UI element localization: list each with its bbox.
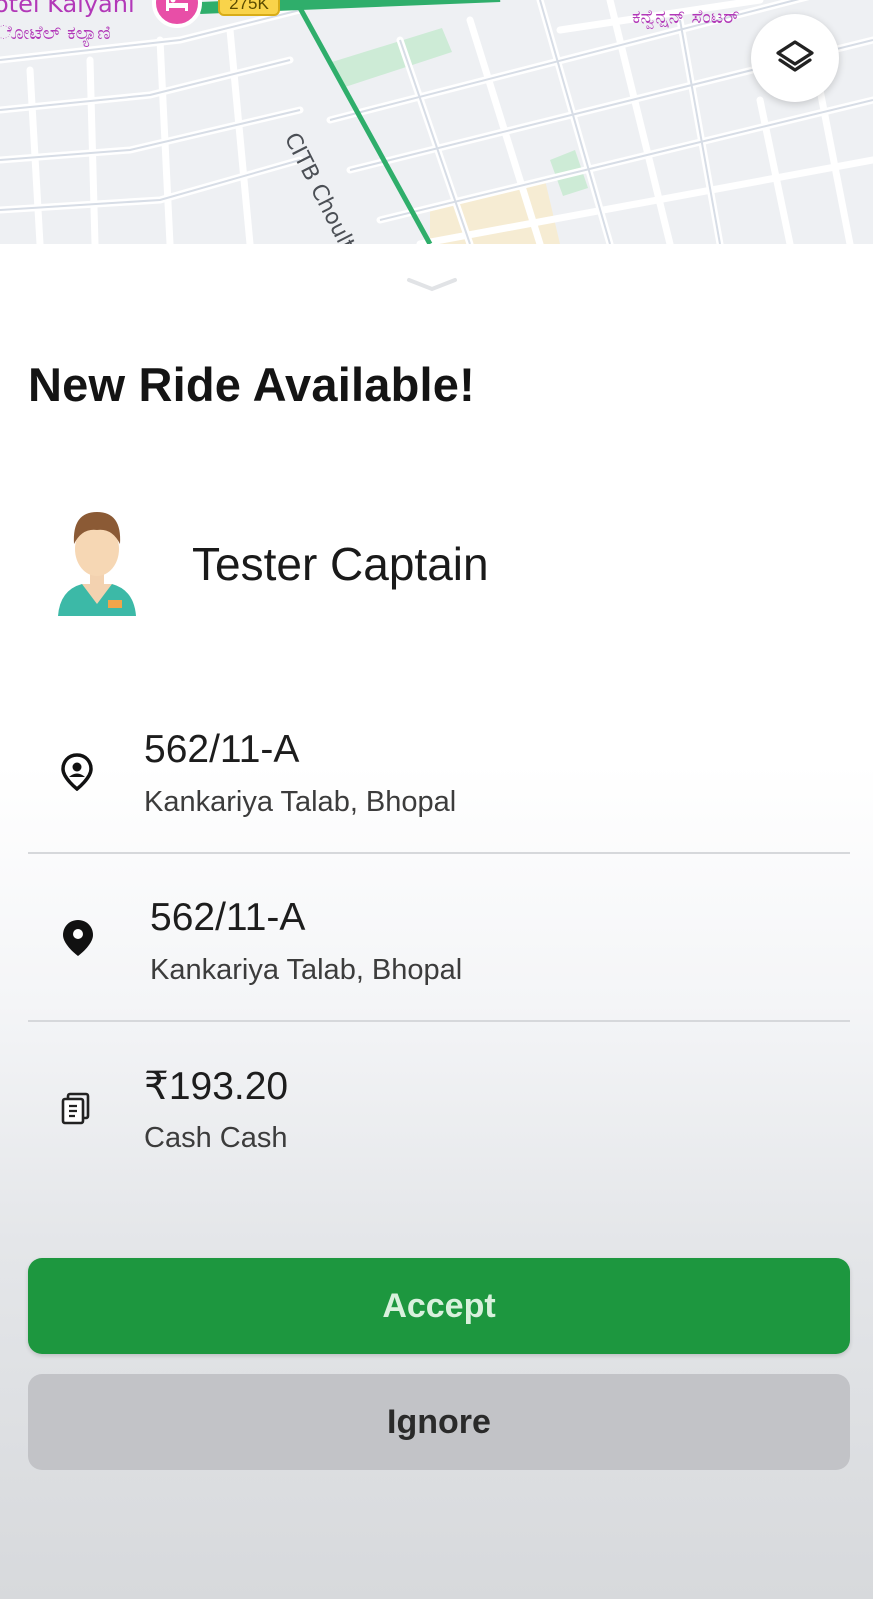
hotel-label-en: otel Kalyani bbox=[0, 0, 135, 18]
pickup-pin-icon bbox=[57, 752, 97, 792]
pickup-area: Kankariya Talab, Bhopal bbox=[144, 786, 457, 818]
map-streets bbox=[0, 0, 873, 244]
captain-avatar-icon bbox=[58, 512, 136, 616]
hotel-label-kn: ೋಟೆಲ್ ಕಲ್ಯಾಣಿ bbox=[0, 22, 111, 44]
bed-icon bbox=[166, 0, 188, 11]
fare-amount: ₹193.20 bbox=[144, 1065, 289, 1108]
collapse-chevron-icon[interactable] bbox=[405, 274, 459, 294]
ignore-button[interactable]: Ignore bbox=[28, 1374, 850, 1470]
divider bbox=[28, 852, 850, 854]
layers-icon bbox=[776, 40, 814, 72]
drop-address: 562/11-A bbox=[150, 896, 306, 939]
ride-request-sheet: New Ride Available! Tester Captain 562/1… bbox=[0, 244, 873, 1599]
captain-name: Tester Captain bbox=[192, 538, 489, 590]
accept-button[interactable]: Accept bbox=[28, 1258, 850, 1354]
sheet-title: New Ride Available! bbox=[28, 358, 475, 411]
divider bbox=[28, 1020, 850, 1022]
drop-area: Kankariya Talab, Bhopal bbox=[150, 954, 463, 986]
payment-mode: Cash Cash bbox=[144, 1122, 288, 1154]
drop-pin-icon bbox=[58, 918, 98, 958]
map-view[interactable]: 275K otel Kalyani ೋಟೆಲ್ ಕಲ್ಯಾಣಿ ಕನ್ವೆನ್ಷ… bbox=[0, 0, 873, 244]
pickup-address: 562/11-A bbox=[144, 728, 300, 771]
cash-icon bbox=[56, 1088, 96, 1128]
convention-label-kn: ಕನ್ವೆನ್ಷನ್ ಸೆಂಟರ್ bbox=[632, 6, 740, 28]
map-layers-button[interactable] bbox=[751, 14, 839, 102]
highway-badge: 275K bbox=[218, 0, 280, 16]
